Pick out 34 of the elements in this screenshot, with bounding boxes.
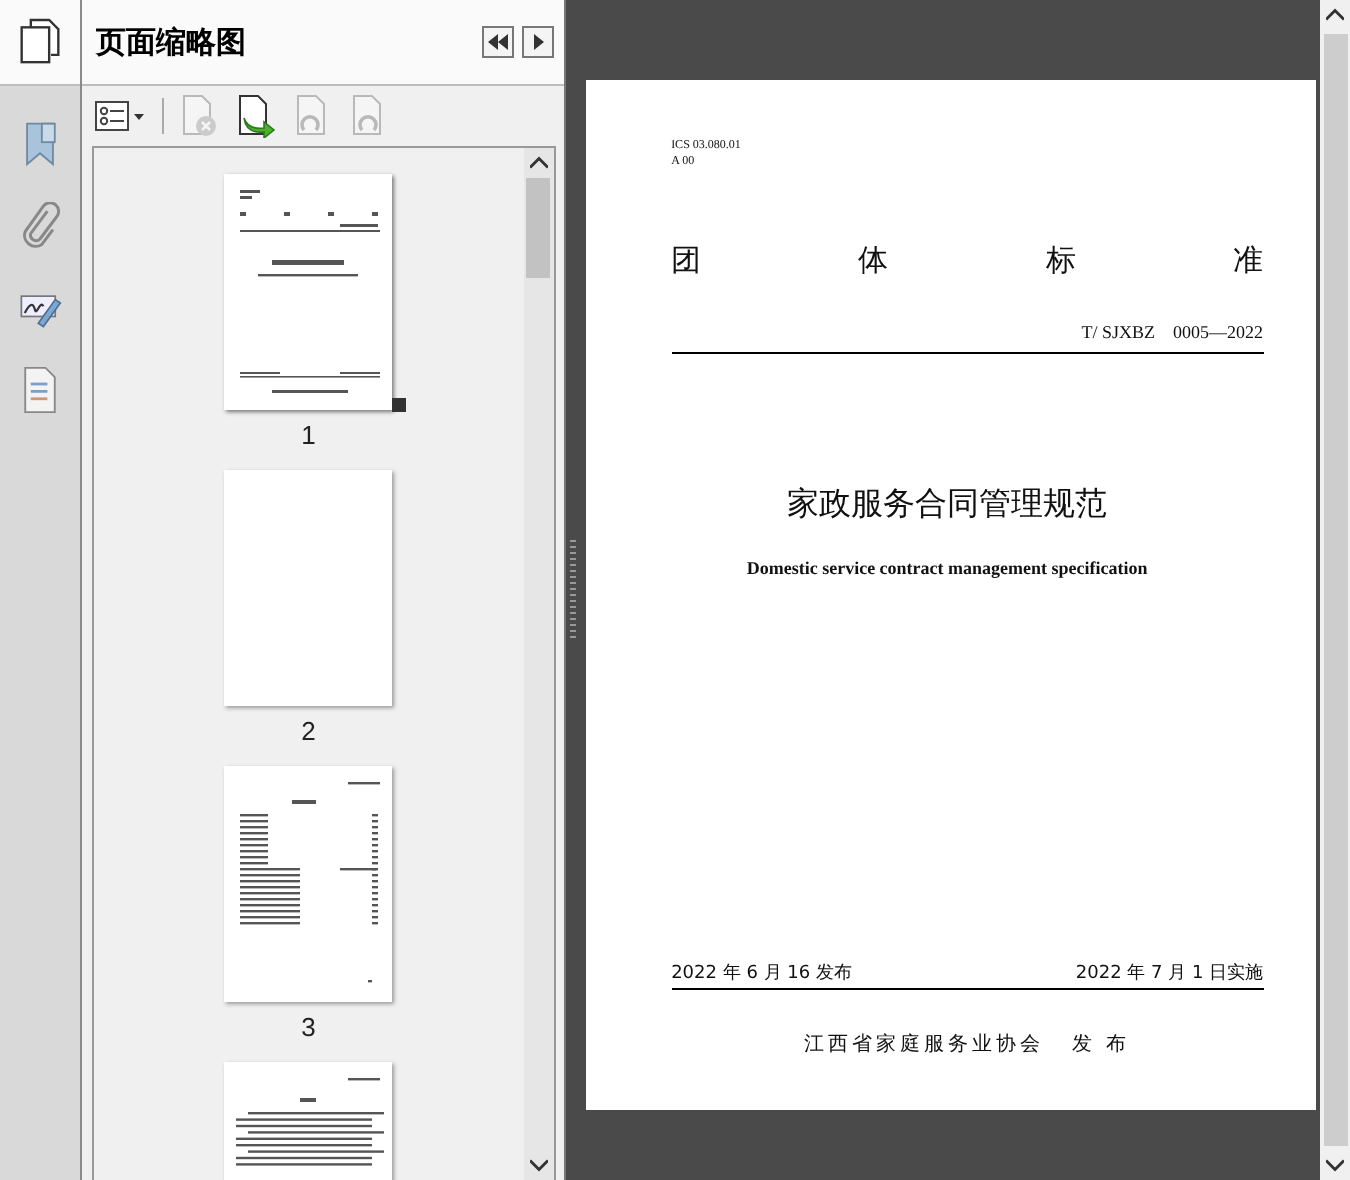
heading-character: 团 (671, 242, 702, 280)
release-date: 2022 年 6 月 16 发布 (671, 961, 852, 986)
scroll-up-icon[interactable] (1326, 8, 1344, 22)
expand-button[interactable] (521, 26, 554, 58)
heading-character: 标 (1045, 242, 1076, 280)
document-scrollbar[interactable] (1320, 0, 1350, 1180)
options-menu-button[interactable] (93, 98, 146, 134)
double-left-arrow-icon (487, 34, 508, 50)
paperclip-icon[interactable] (17, 202, 62, 250)
heading-character: 准 (1233, 242, 1264, 280)
heading-character: 体 (858, 242, 889, 280)
vertical-scrollbar[interactable] (523, 148, 554, 1180)
page-number: 1 (301, 420, 316, 450)
standard-number: T/ SJXBZ 0005—2022 (1081, 320, 1264, 346)
scroll-down-icon[interactable] (1326, 1158, 1344, 1172)
collapse-button[interactable] (481, 26, 514, 58)
page-number: 3 (301, 1012, 316, 1042)
document-subtitle: Domestic service contract management specification (746, 558, 1148, 578)
publish-label: 发 布 (1071, 1032, 1131, 1058)
resize-handle[interactable] (392, 398, 407, 412)
scroll-down-icon[interactable] (529, 1158, 548, 1172)
page-thumbnail[interactable] (224, 766, 393, 1002)
panel-title: 页面缩略图 (95, 23, 248, 61)
scroll-thumb[interactable] (1323, 34, 1347, 1146)
publisher-name: 江西省家庭服务业协会 (803, 1031, 1044, 1058)
effective-date: 2022 年 7 月 1 日实施 (1075, 961, 1264, 986)
page-thumbnail[interactable] (224, 470, 393, 706)
page-number: 2 (301, 716, 316, 746)
scroll-thumb[interactable] (526, 178, 551, 278)
pages-icon[interactable] (17, 18, 62, 66)
document-title: 家政服务合同管理规范 (787, 484, 1108, 526)
page-thumbnail[interactable] (224, 174, 393, 410)
scroll-up-icon[interactable] (529, 156, 548, 170)
insert-page-button[interactable] (235, 94, 276, 138)
